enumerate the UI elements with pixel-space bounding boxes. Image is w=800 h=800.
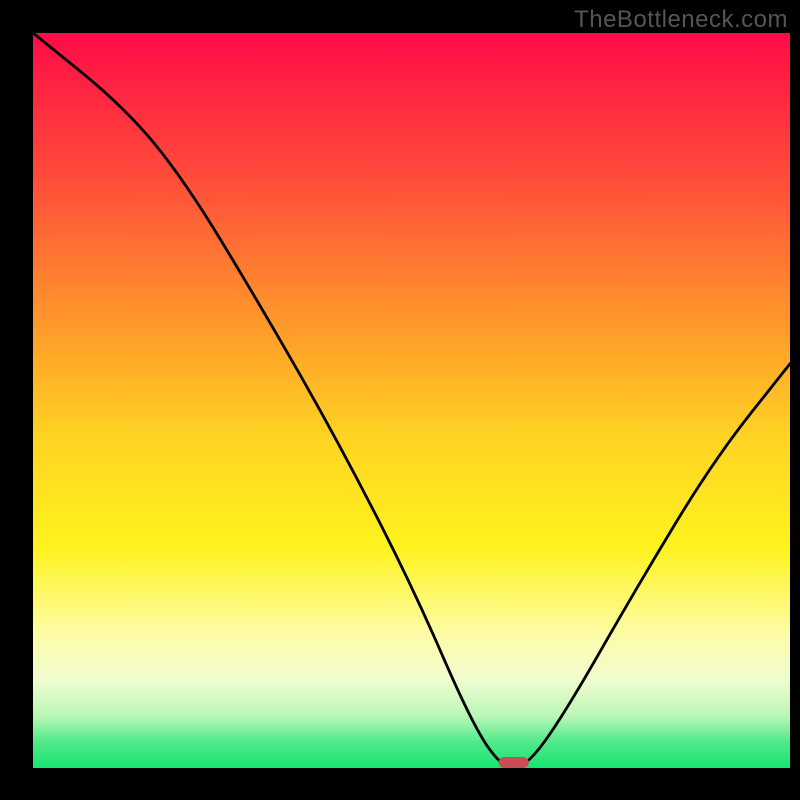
plot-background xyxy=(33,33,790,768)
optimal-marker xyxy=(499,757,529,768)
watermark-label: TheBottleneck.com xyxy=(574,6,788,34)
bottleneck-chart xyxy=(0,0,800,800)
chart-frame: TheBottleneck.com xyxy=(0,0,800,800)
